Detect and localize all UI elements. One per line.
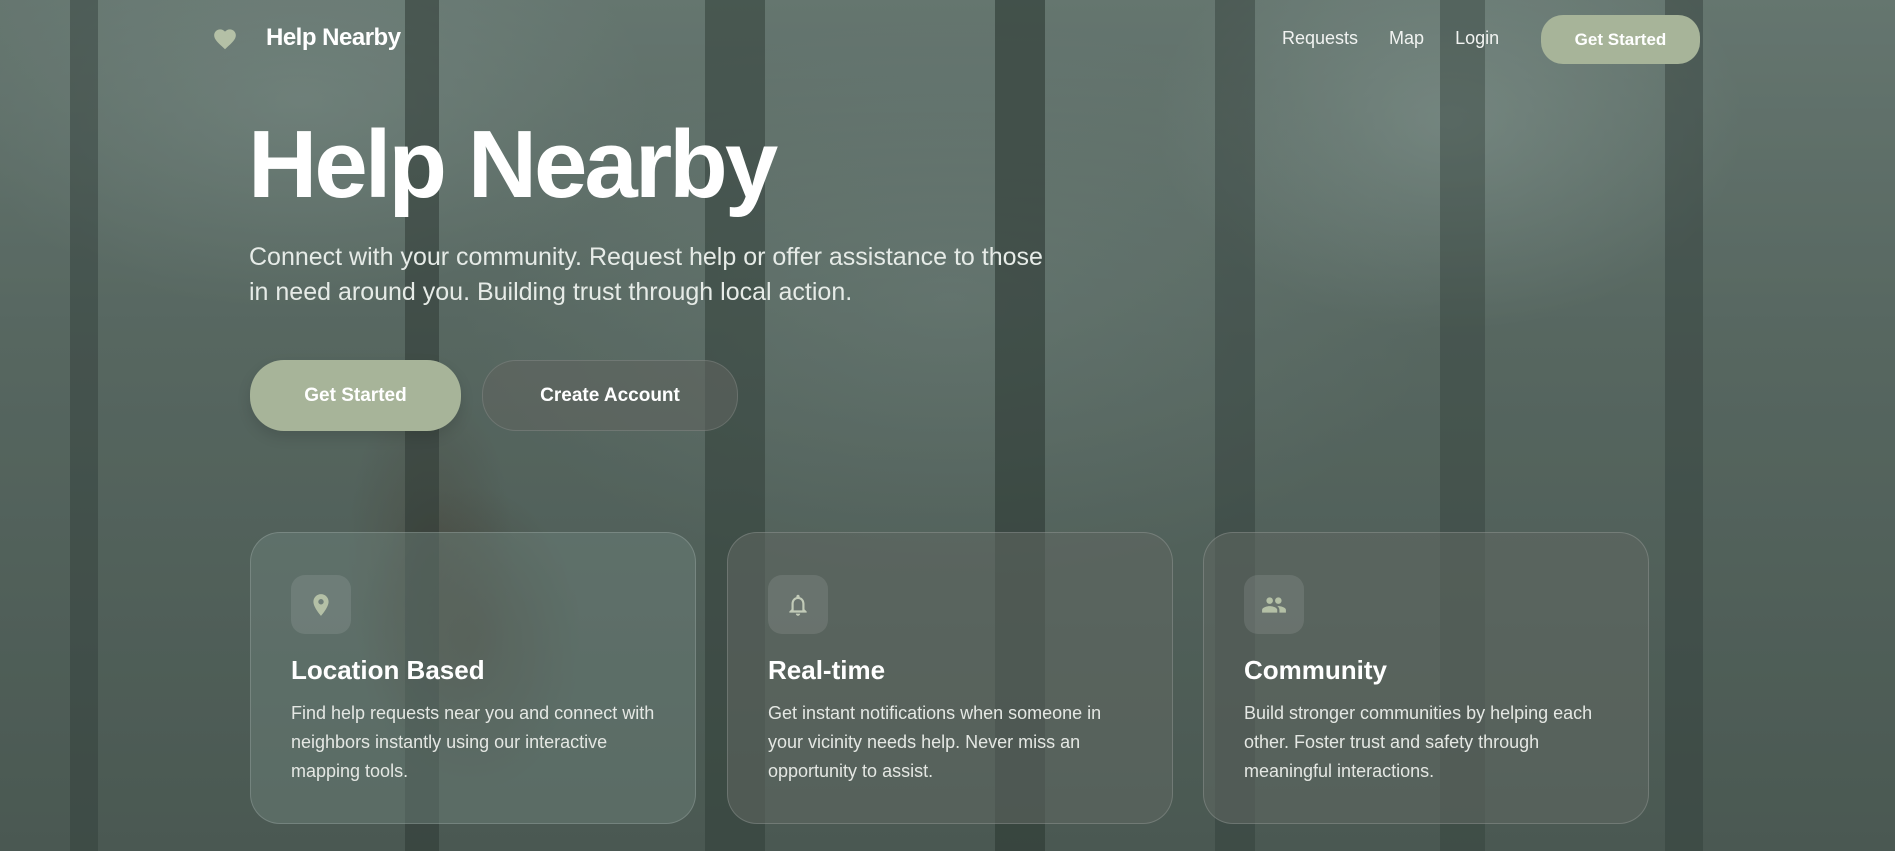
bell-icon	[768, 575, 828, 634]
feature-title: Location Based	[291, 655, 485, 685]
top-nav: Help Nearby Requests Map Login Get Start…	[0, 0, 1895, 80]
nav-link-login[interactable]: Login	[1455, 28, 1499, 49]
feature-description: Find help requests near you and connect …	[291, 703, 655, 781]
location-pin-icon	[291, 575, 351, 634]
brand-name: Help Nearby	[266, 24, 401, 51]
hero-subtitle: Connect with your community. Request hel…	[249, 243, 1043, 306]
people-icon	[1244, 575, 1304, 634]
feature-title: Community	[1244, 655, 1387, 685]
nav-link-map[interactable]: Map	[1389, 28, 1424, 49]
feature-card-realtime: Real-time Get instant notifications when…	[727, 532, 1173, 824]
create-account-button[interactable]: Create Account	[482, 360, 738, 431]
get-started-button[interactable]: Get Started	[250, 360, 461, 431]
heart-icon	[212, 26, 238, 50]
feature-description: Build stronger communities by helping ea…	[1244, 703, 1593, 781]
feature-title: Real-time	[768, 655, 886, 685]
feature-card-location: Location Based Find help requests near y…	[250, 532, 696, 824]
nav-get-started-button[interactable]: Get Started	[1541, 15, 1700, 64]
brand[interactable]: Help Nearby	[212, 24, 401, 52]
feature-description: Get instant notifications when someone i…	[768, 703, 1102, 781]
hero-title: Help Nearby	[248, 111, 778, 218]
feature-card-community: Community Build stronger communities by …	[1203, 532, 1649, 824]
nav-link-requests[interactable]: Requests	[1282, 28, 1358, 49]
nav-links: Requests Map Login	[1282, 28, 1530, 49]
